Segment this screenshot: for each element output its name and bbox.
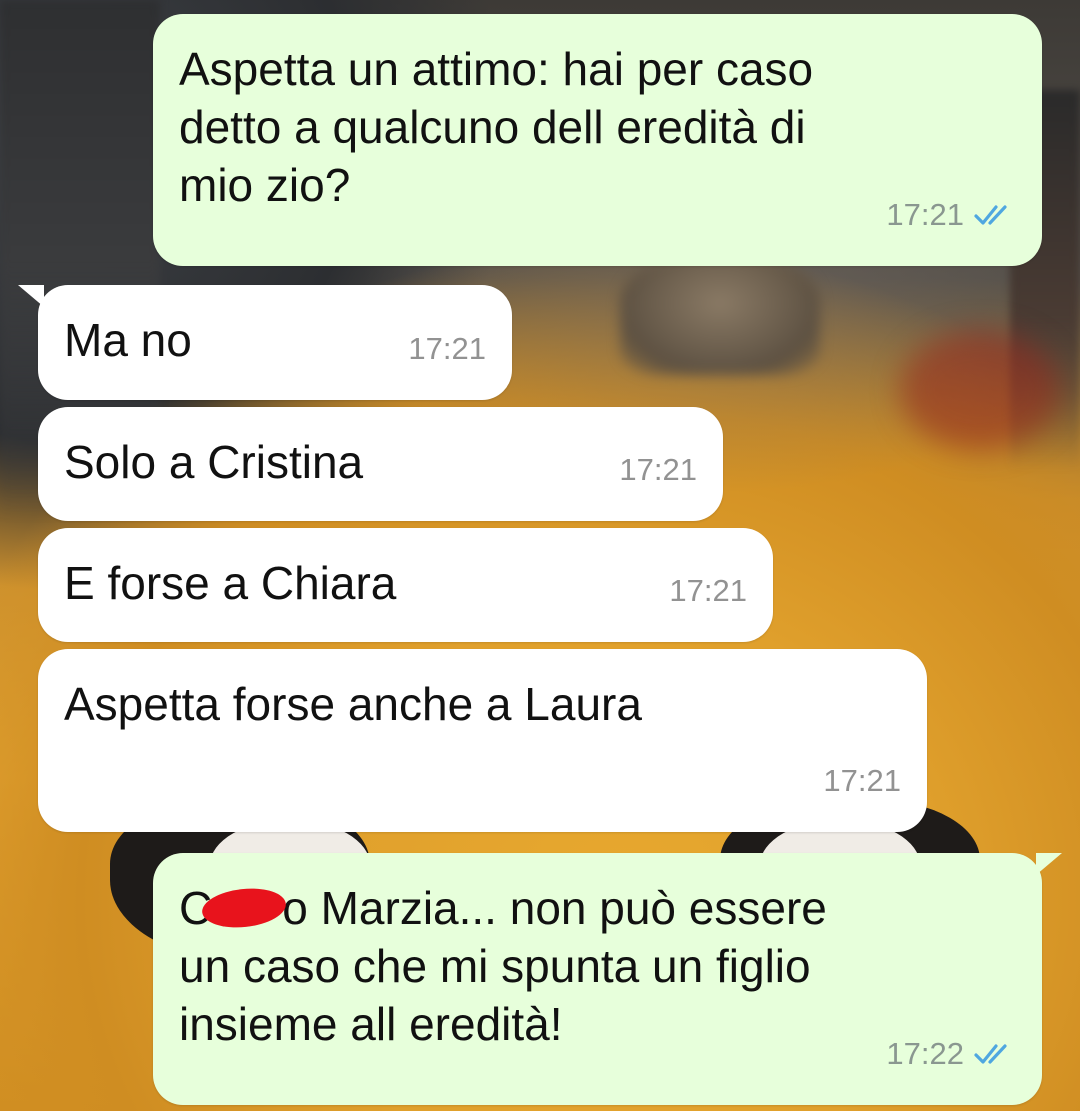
message-meta: 17:21 [669, 562, 747, 620]
message-outgoing[interactable]: Co Marzia... non può essere un caso che … [153, 853, 1062, 1105]
message-incoming[interactable]: Aspetta forse anche a Laura 17:21 [38, 649, 927, 832]
double-check-icon [974, 1044, 1007, 1064]
message-text: Aspetta forse anche a Laura [64, 678, 642, 730]
message-incoming[interactable]: Ma no 17:21 [18, 285, 512, 400]
double-check-icon [974, 205, 1007, 225]
message-meta: 17:21 [823, 752, 901, 810]
wallpaper-red-blob [900, 330, 1060, 450]
message-time: 17:22 [886, 1036, 964, 1071]
message-incoming[interactable]: Solo a Cristina 17:21 [38, 407, 723, 521]
message-time: 17:21 [886, 197, 964, 232]
message-outgoing[interactable]: Aspetta un attimo: hai per caso detto a … [153, 14, 1042, 266]
message-time: 17:21 [669, 573, 747, 608]
message-text: E forse a Chiara [64, 557, 397, 609]
wallpaper-pumpkin-stem [620, 255, 820, 375]
message-meta: 17:21 [886, 186, 1016, 244]
message-time: 17:21 [823, 763, 901, 798]
message-incoming[interactable]: E forse a Chiara 17:21 [38, 528, 773, 642]
message-time: 17:21 [619, 452, 697, 487]
redaction-scribble [200, 884, 288, 932]
message-time: 17:21 [408, 331, 486, 366]
bubble-tail [1036, 853, 1062, 875]
message-meta: 17:21 [619, 441, 697, 499]
message-meta: 17:21 [408, 320, 486, 378]
message-text: Solo a Cristina [64, 436, 364, 488]
message-meta: 17:22 [886, 1025, 1016, 1083]
bubble-tail [18, 285, 44, 307]
